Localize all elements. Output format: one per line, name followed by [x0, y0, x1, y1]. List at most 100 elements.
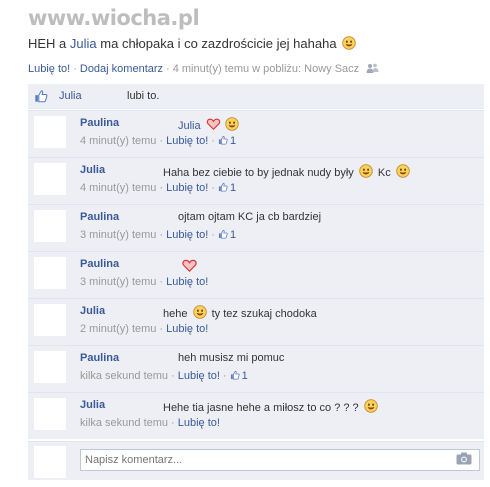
- like-comment-link[interactable]: Lubię to!: [166, 229, 208, 241]
- liker-link[interactable]: Julia: [59, 90, 82, 102]
- comment-item: Julia hehe ty tez szukaj chodoka 2 minut…: [28, 298, 484, 345]
- separator-dot: ·: [159, 323, 164, 335]
- comment-body: ojtam ojtam KC ja cb bardziej: [178, 211, 322, 223]
- comment-composer: [28, 441, 484, 480]
- avatar[interactable]: [34, 116, 66, 148]
- likes-text: lubi to.: [127, 90, 160, 102]
- comment-mention[interactable]: Julia: [178, 120, 201, 132]
- comment-timestamp: 3 minut(y) temu: [80, 229, 157, 241]
- separator-dot: ·: [166, 63, 170, 75]
- smiley-icon: [193, 305, 207, 319]
- separator-dot: ·: [159, 276, 164, 288]
- avatar[interactable]: [34, 163, 66, 195]
- like-count[interactable]: 1: [230, 229, 236, 241]
- comment-text: [179, 258, 200, 274]
- like-post-link[interactable]: Lubię to!: [28, 63, 70, 75]
- separator-dot: ·: [159, 182, 164, 194]
- comment-text: Haha bez ciebie to by jednak nudy były K…: [163, 164, 412, 179]
- comment-text: Hehe tia jasne hehe a miłosz to co ? ? ?: [163, 399, 380, 414]
- comment-body-tail: Kc: [374, 167, 391, 179]
- comment-author[interactable]: Paulina: [80, 258, 119, 270]
- separator-dot: ·: [171, 370, 175, 382]
- comment-item: Julia Hehe tia jasne hehe a miłosz to co…: [28, 392, 484, 439]
- camera-icon[interactable]: [456, 452, 472, 465]
- comment-body: heh musisz mi pomuc: [178, 352, 285, 364]
- separator-dot: ·: [211, 229, 215, 241]
- post-text-before: HEH a: [28, 36, 70, 51]
- separator-dot: ·: [211, 182, 215, 194]
- comment-text: Julia: [178, 117, 241, 132]
- comment-timestamp: kilka sekund temu: [80, 417, 169, 429]
- thumbs-up-icon: [218, 135, 228, 145]
- comment-author[interactable]: Paulina: [80, 211, 119, 223]
- separator-dot: ·: [211, 135, 215, 147]
- comment-meta: 4 minut(y) temu · Lubię to! · 1: [80, 182, 236, 194]
- like-comment-link[interactable]: Lubię to!: [166, 135, 208, 147]
- comment-meta: 3 minut(y) temu · Lubię to! · 1: [80, 229, 236, 241]
- like-comment-link[interactable]: Lubię to!: [178, 370, 220, 382]
- comment-author[interactable]: Paulina: [80, 352, 119, 364]
- avatar: [34, 446, 66, 478]
- like-comment-link[interactable]: Lubię to!: [166, 182, 208, 194]
- like-count[interactable]: 1: [242, 370, 248, 382]
- post-text: HEH a Julia ma chłopaka i co zazdrościci…: [28, 36, 358, 51]
- separator-dot: ·: [222, 370, 227, 382]
- comment-item: Julia Haha bez ciebie to by jednak nudy …: [28, 157, 484, 204]
- comment-timestamp: 4 minut(y) temu: [80, 135, 157, 147]
- comment-item: Paulina heh musisz mi pomuc kilka sekund…: [28, 345, 484, 392]
- comment-body: Hehe tia jasne hehe a miłosz to co ? ? ?: [163, 402, 359, 414]
- watermark-logo: www.wiocha.pl: [28, 6, 200, 30]
- like-comment-link[interactable]: Lubię to!: [178, 417, 220, 429]
- add-comment-link[interactable]: Dodaj komentarz: [80, 63, 163, 75]
- like-comment-link[interactable]: Lubię to!: [166, 323, 208, 335]
- comment-meta: kilka sekund temu · Lubię to! · 1: [80, 370, 248, 382]
- comment-author[interactable]: Paulina: [80, 117, 119, 129]
- avatar[interactable]: [34, 257, 66, 289]
- separator-dot: ·: [171, 417, 175, 429]
- friends-icon: [366, 63, 379, 73]
- comment-body-tail: ty tez szukaj chodoka: [208, 308, 317, 320]
- comment-item: Paulina Julia 4 minut(y) temu · Lubię to! ·…: [28, 110, 484, 157]
- post-timestamp: 4 minut(y) temu w pobliżu: Nowy Sacz: [172, 63, 360, 75]
- smiley-icon: [359, 164, 373, 178]
- avatar[interactable]: [34, 210, 66, 242]
- comment-author[interactable]: Julia: [80, 164, 105, 176]
- avatar[interactable]: [34, 351, 66, 383]
- mentioned-user-link[interactable]: Julia: [70, 36, 97, 51]
- comment-timestamp: kilka sekund temu: [80, 370, 169, 382]
- likes-summary: Julia lubi to.: [28, 84, 484, 109]
- separator-dot: ·: [159, 135, 164, 147]
- heart-icon: [206, 117, 221, 131]
- comment-item: Paulina 3 minut(y) temu · Lubię to!: [28, 251, 484, 298]
- comment-meta: 3 minut(y) temu · Lubię to!: [80, 276, 208, 288]
- comment-timestamp: 2 minut(y) temu: [80, 323, 157, 335]
- comment-text: hehe ty tez szukaj chodoka: [163, 305, 317, 320]
- post-text-after: ma chłopaka i co zazdrościcie jej hahaha: [96, 36, 337, 51]
- smiley-icon: [342, 36, 356, 50]
- thumbs-up-icon: [218, 229, 228, 239]
- separator-dot: ·: [159, 229, 164, 241]
- smiley-icon: [364, 399, 378, 413]
- comment-timestamp: 3 minut(y) temu: [80, 276, 157, 288]
- comment-input[interactable]: [80, 449, 480, 471]
- smiley-icon: [396, 164, 410, 178]
- heart-icon: [181, 258, 198, 273]
- thumbs-up-icon: [34, 89, 48, 103]
- like-comment-link[interactable]: Lubię to!: [166, 276, 208, 288]
- comment-body: hehe: [163, 308, 188, 320]
- avatar[interactable]: [34, 304, 66, 336]
- avatar[interactable]: [34, 398, 66, 430]
- thumbs-up-icon: [230, 370, 240, 380]
- comment-body: Haha bez ciebie to by jednak nudy były: [163, 167, 354, 179]
- like-count[interactable]: 1: [230, 182, 236, 194]
- separator-dot: ·: [73, 63, 77, 75]
- comment-item: Paulina ojtam ojtam KC ja cb bardziej 3 …: [28, 204, 484, 251]
- thumbs-up-icon: [218, 182, 228, 192]
- like-count[interactable]: 1: [230, 135, 236, 147]
- post-meta: Lubię to! · Dodaj komentarz · 4 minut(y) tem…: [28, 63, 379, 75]
- smiley-icon: [225, 117, 239, 131]
- comment-author[interactable]: Julia: [80, 399, 105, 411]
- comment-meta: 4 minut(y) temu · Lubię to! · 1: [80, 135, 236, 147]
- comment-meta: kilka sekund temu · Lubię to!: [80, 417, 220, 429]
- comment-author[interactable]: Julia: [80, 305, 105, 317]
